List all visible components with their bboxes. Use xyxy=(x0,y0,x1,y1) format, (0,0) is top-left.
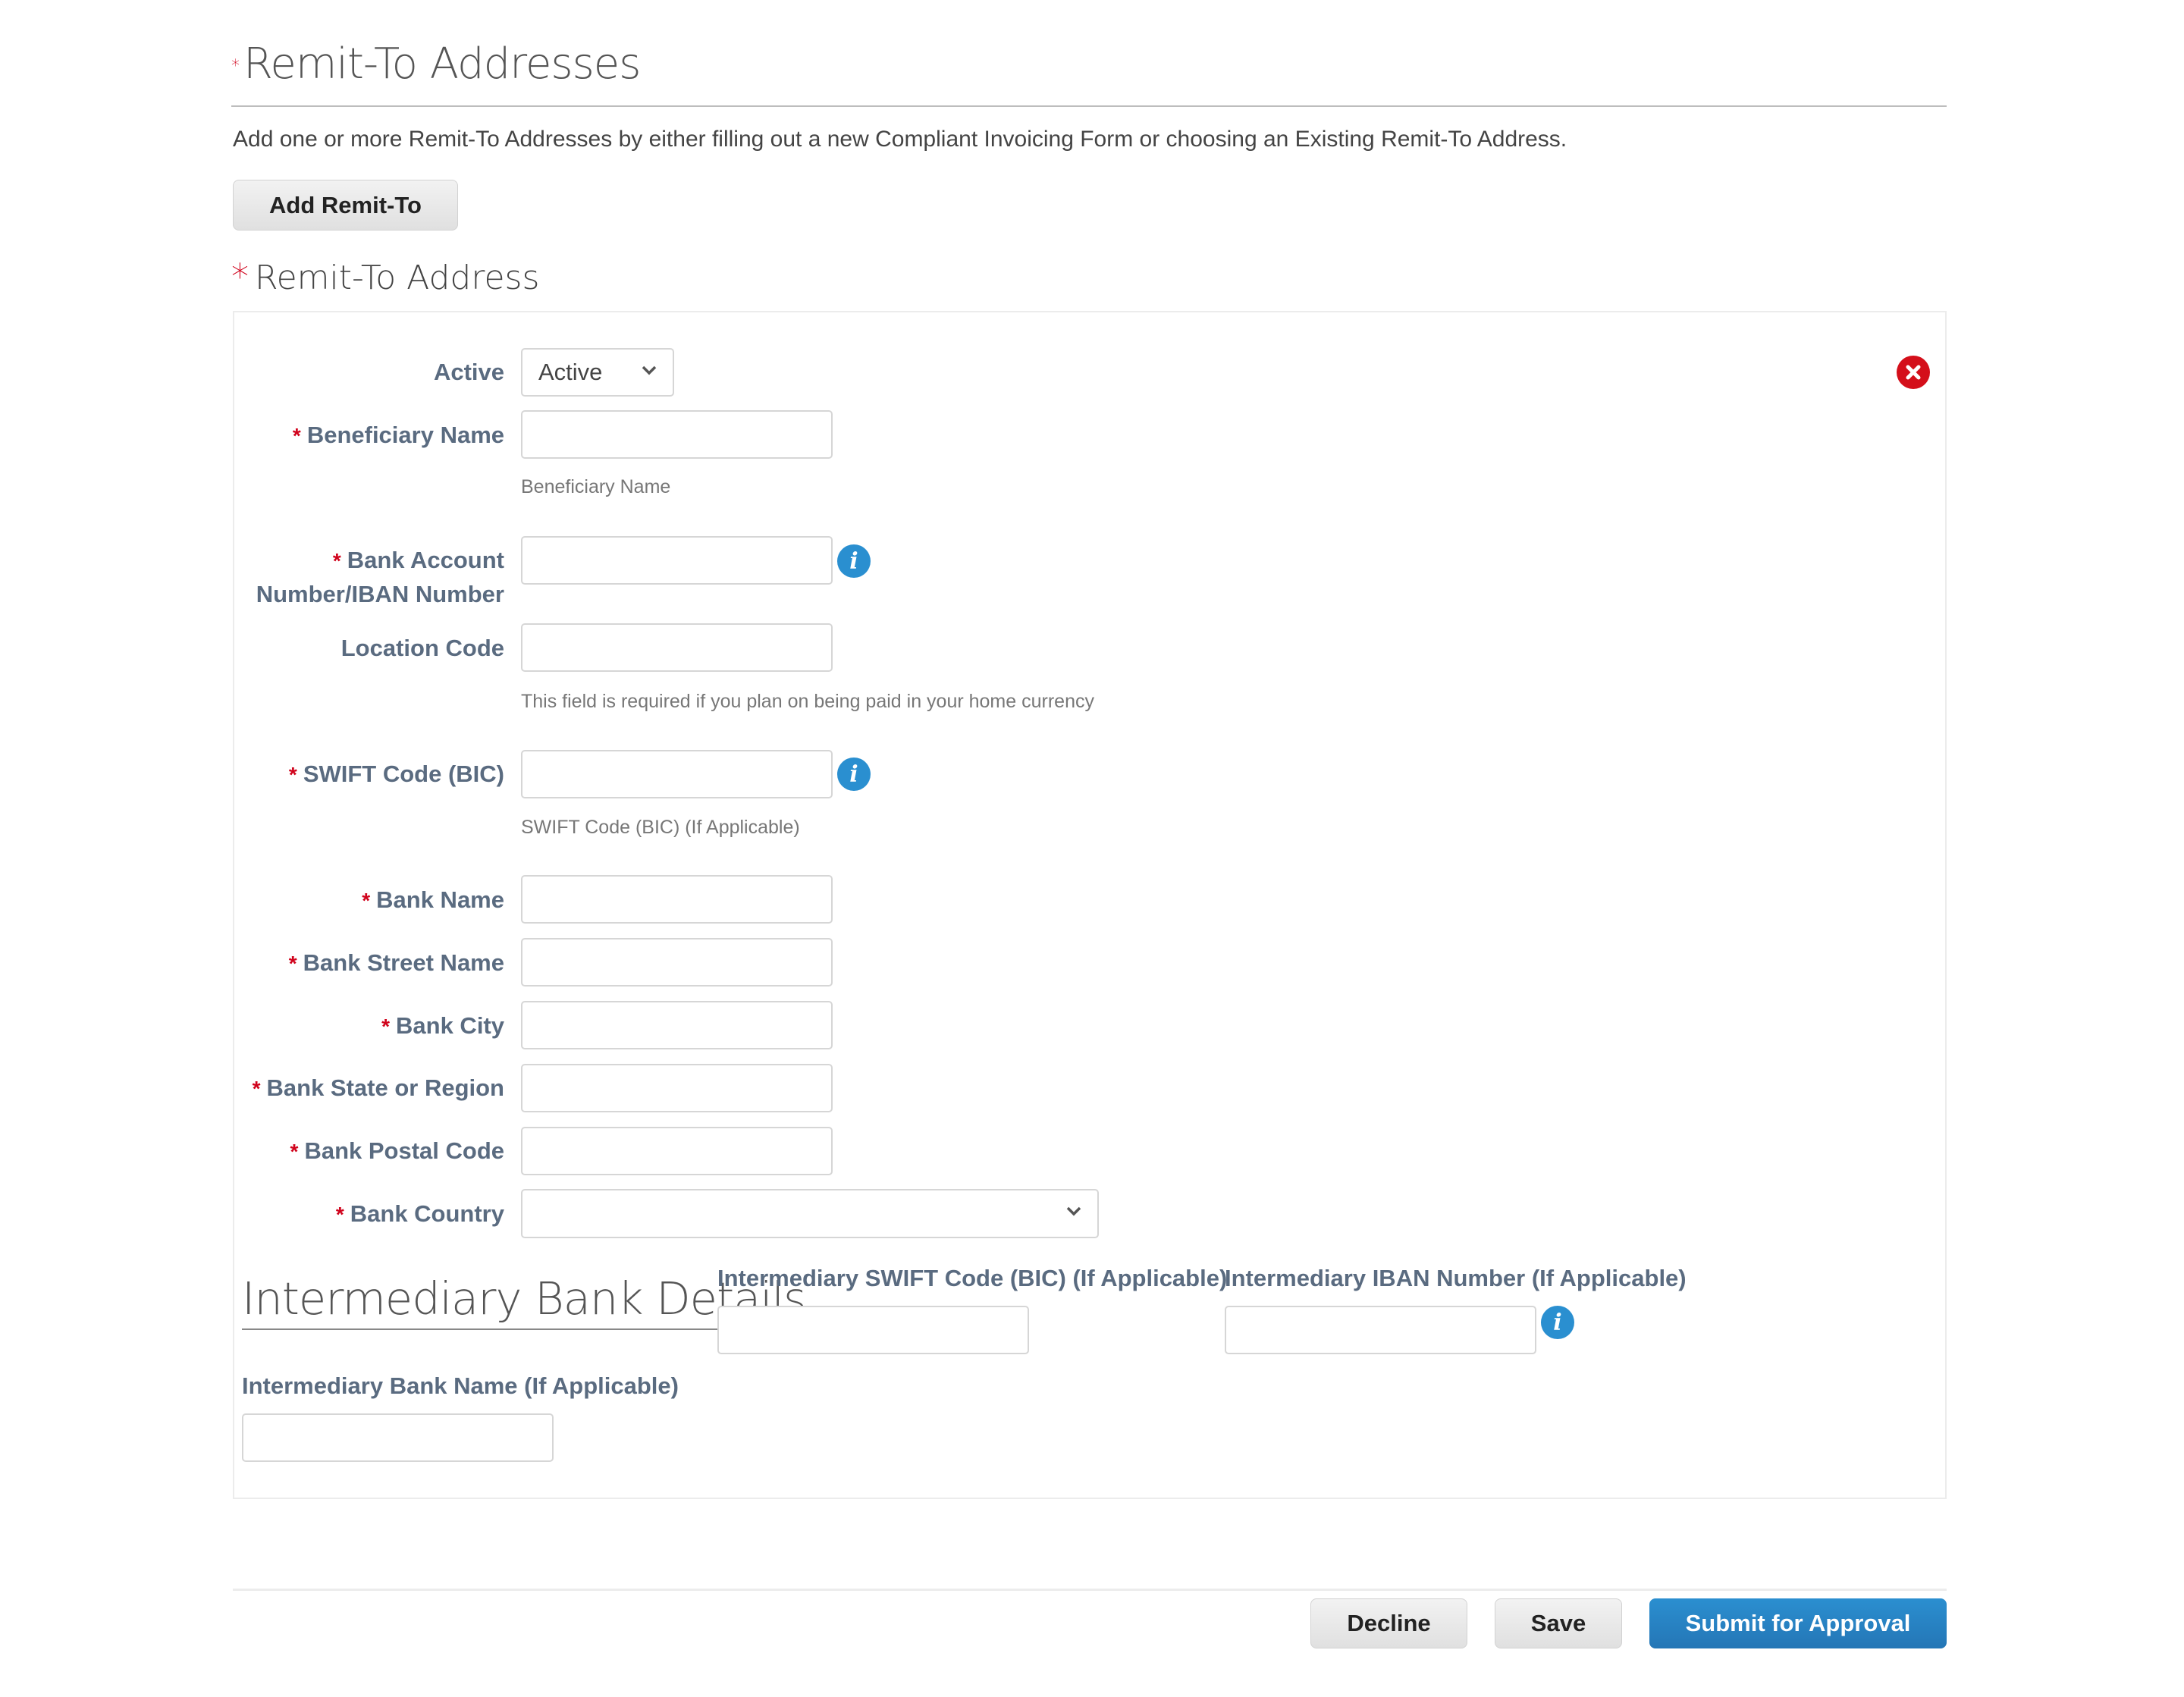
swift-code-input[interactable] xyxy=(521,750,833,798)
chevron-down-icon xyxy=(642,365,657,375)
save-button[interactable]: Save xyxy=(1495,1598,1622,1648)
bank-country-label: * Bank Country xyxy=(336,1197,504,1231)
bank-account-input[interactable] xyxy=(521,536,833,585)
page-title-text: Remit-To Addresses xyxy=(243,39,641,89)
required-marker: * xyxy=(231,256,249,297)
intermediary-swift-label: Intermediary SWIFT Code (BIC) (If Applic… xyxy=(717,1265,1228,1291)
location-code-label: Location Code xyxy=(340,635,504,661)
bank-name-label: * Bank Name xyxy=(362,883,504,918)
bank-postal-input[interactable] xyxy=(521,1127,833,1175)
bank-street-label-text: Bank Street Name xyxy=(303,949,504,976)
location-code-input[interactable] xyxy=(521,623,833,672)
bank-state-input[interactable] xyxy=(521,1064,833,1112)
swift-code-label: * SWIFT Code (BIC) xyxy=(289,758,504,792)
intermediary-bank-name-input[interactable] xyxy=(242,1413,554,1462)
bank-country-label-text: Bank Country xyxy=(350,1200,504,1227)
info-icon[interactable]: i xyxy=(837,758,871,791)
swift-code-help: SWIFT Code (BIC) (If Applicable) xyxy=(521,817,800,838)
bank-name-label-text: Bank Name xyxy=(376,886,504,913)
bank-city-input[interactable] xyxy=(521,1001,833,1049)
bank-city-label-text: Bank City xyxy=(396,1012,504,1039)
intermediary-swift-input[interactable] xyxy=(717,1306,1029,1354)
required-marker: * xyxy=(362,889,371,912)
info-icon[interactable]: i xyxy=(1541,1306,1574,1339)
remove-address-button[interactable] xyxy=(1897,356,1930,389)
required-marker: * xyxy=(288,952,297,975)
bank-street-label: * Bank Street Name xyxy=(289,946,504,980)
active-select[interactable]: Active xyxy=(521,348,674,397)
required-marker: * xyxy=(335,1203,344,1226)
bank-postal-label: * Bank Postal Code xyxy=(290,1134,504,1168)
add-remit-to-button[interactable]: Add Remit-To xyxy=(233,180,458,231)
section-title-text: Remit-To Address xyxy=(255,259,540,297)
required-marker: * xyxy=(288,763,297,786)
bank-postal-label-text: Bank Postal Code xyxy=(304,1137,504,1164)
chevron-down-icon xyxy=(1066,1206,1081,1216)
required-marker: * xyxy=(292,424,301,447)
active-select-value: Active xyxy=(538,359,603,385)
intermediary-iban-label: Intermediary IBAN Number (If Applicable) xyxy=(1225,1265,1687,1291)
bank-account-label-line1: Bank Account xyxy=(347,547,504,573)
swift-code-label-text: SWIFT Code (BIC) xyxy=(303,761,504,787)
bank-state-label-text: Bank State or Region xyxy=(266,1074,505,1101)
page-description: Add one or more Remit-To Addresses by ei… xyxy=(233,127,1567,152)
beneficiary-name-label: * Beneficiary Name xyxy=(293,419,504,453)
bank-account-label: * Bank Account Number/IBAN Number xyxy=(256,544,504,611)
close-icon xyxy=(1906,365,1921,380)
beneficiary-name-help: Beneficiary Name xyxy=(521,476,671,497)
bank-state-label: * Bank State or Region xyxy=(253,1071,504,1106)
required-marker: * xyxy=(332,549,341,572)
location-code-help: This field is required if you plan on be… xyxy=(521,691,1094,712)
section-title: * Remit-To Address xyxy=(231,256,539,297)
submit-for-approval-button[interactable]: Submit for Approval xyxy=(1649,1598,1947,1648)
bank-account-label-line2: Number/IBAN Number xyxy=(256,581,504,607)
intermediary-bank-name-label: Intermediary Bank Name (If Applicable) xyxy=(242,1372,679,1399)
footer-divider xyxy=(233,1589,1947,1591)
required-marker: * xyxy=(231,57,240,77)
intermediary-iban-input[interactable] xyxy=(1225,1306,1536,1354)
title-divider xyxy=(231,105,1947,107)
beneficiary-name-label-text: Beneficiary Name xyxy=(306,422,504,448)
page-title: * Remit-To Addresses xyxy=(231,39,641,89)
intermediary-title-divider xyxy=(242,1328,717,1330)
active-label: Active xyxy=(433,359,504,385)
required-marker: * xyxy=(381,1015,391,1038)
bank-street-input[interactable] xyxy=(521,938,833,987)
beneficiary-name-input[interactable] xyxy=(521,410,833,459)
bank-country-select[interactable] xyxy=(521,1189,1099,1238)
info-icon[interactable]: i xyxy=(837,544,871,578)
bank-name-input[interactable] xyxy=(521,875,833,924)
required-marker: * xyxy=(290,1140,299,1163)
decline-button[interactable]: Decline xyxy=(1310,1598,1467,1648)
required-marker: * xyxy=(252,1077,261,1100)
bank-city-label: * Bank City xyxy=(381,1009,504,1043)
